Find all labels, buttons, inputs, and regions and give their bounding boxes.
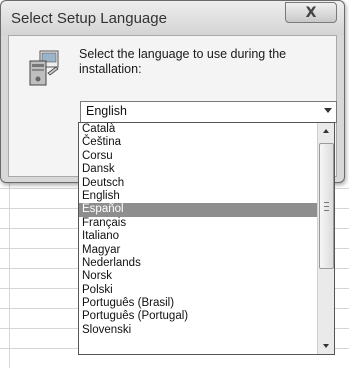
close-icon: X [305,4,317,21]
language-option[interactable]: Español [79,203,317,217]
language-option[interactable]: Norsk [79,270,317,283]
language-option[interactable]: Nederlands [79,257,317,270]
language-option[interactable]: Slovenski [79,324,317,337]
dropdown-scrollbar[interactable] [317,123,334,354]
language-option[interactable]: Polski [79,284,317,297]
scroll-down-button[interactable] [318,338,334,354]
language-option[interactable]: Deutsch [79,177,317,190]
language-option[interactable]: Português (Portugal) [79,310,317,323]
language-option[interactable]: Català [79,123,317,136]
language-option[interactable]: English [79,190,317,203]
instruction-text: Select the language to use during the in… [79,47,287,76]
language-option[interactable]: Magyar [79,244,317,257]
language-option[interactable]: Corsu [79,150,317,163]
setup-install-icon [29,50,59,86]
chevron-down-icon[interactable] [324,108,332,113]
language-option[interactable]: Dansk [79,163,317,176]
scroll-down-icon [323,344,329,348]
close-button[interactable]: X [285,2,337,23]
language-option[interactable]: Português (Brasil) [79,297,317,310]
title-bar[interactable]: Select Setup Language X [1,1,344,35]
selected-language-value: English [86,104,127,118]
language-dropdown-list[interactable]: Català Čeština Corsu Dansk Deutsch Engli… [78,122,335,355]
language-option[interactable]: Italiano [79,230,317,243]
scroll-up-icon [323,129,329,133]
language-option[interactable]: Čeština [79,136,317,149]
grip-icon [324,202,329,211]
scrollbar-thumb[interactable] [319,143,334,269]
language-option[interactable]: Français [79,217,317,230]
dialog-title: Select Setup Language [11,10,167,27]
language-options: Català Čeština Corsu Dansk Deutsch Engli… [79,123,317,354]
scroll-up-button[interactable] [318,123,334,139]
language-select[interactable]: English [80,101,337,123]
